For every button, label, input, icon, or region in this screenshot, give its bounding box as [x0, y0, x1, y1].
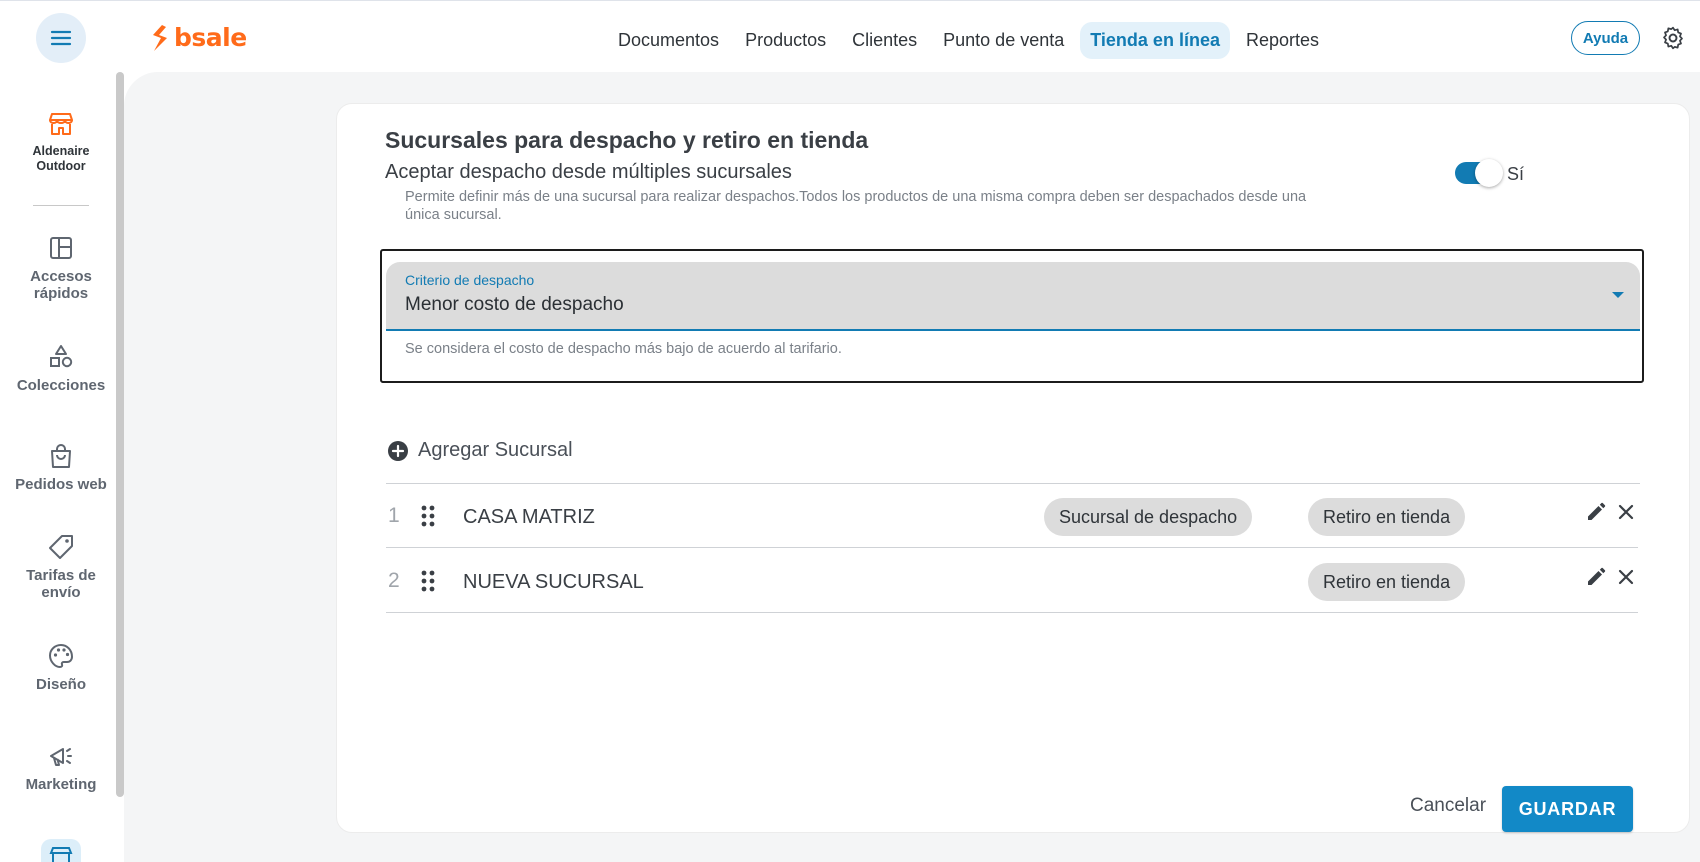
row-number: 2	[388, 569, 400, 592]
palette-icon	[48, 643, 74, 669]
dispatch-branch-chip[interactable]: Sucursal de despacho	[1044, 498, 1253, 536]
nav-reportes[interactable]: Reportes	[1236, 22, 1329, 59]
save-button[interactable]: GUARDAR	[1502, 786, 1633, 832]
megaphone-icon	[50, 748, 72, 766]
multi-branch-description: Permite definir más de una sucursal para…	[405, 189, 1307, 223]
sidebar-item-label: Accesos	[30, 268, 92, 285]
toggle-knob	[1475, 159, 1503, 187]
dropdown-arrow-icon	[1612, 292, 1624, 298]
cancel-button[interactable]: Cancelar	[1400, 787, 1496, 825]
store-selector[interactable]: Aldenaire Outdoor	[0, 110, 122, 174]
store-icon	[49, 113, 73, 135]
sidebar-item-label: Tarifas de	[26, 567, 96, 584]
table-row: 1 CASA MATRIZ Sucursal de despacho Retir…	[386, 484, 1638, 548]
store-icon	[49, 847, 73, 862]
multi-branch-toggle[interactable]	[1455, 159, 1503, 187]
multi-branch-label: Aceptar despacho desde múltiples sucursa…	[385, 161, 792, 183]
branch-name: NUEVA SUCURSAL	[463, 571, 644, 593]
add-branch-button[interactable]: Agregar Sucursal	[387, 439, 573, 462]
sidebar-item-accesos-rapidos[interactable]: Accesos rápidos	[0, 234, 122, 302]
select-value: Menor costo de despacho	[405, 294, 624, 315]
sidebar-item-label: envío	[41, 584, 81, 601]
section-title: Sucursales para despacho y retiro en tie…	[385, 127, 869, 153]
nav-documentos[interactable]: Documentos	[608, 22, 729, 59]
plus-circle-icon	[388, 440, 408, 461]
table-row: 2 NUEVA SUCURSAL Retiro en tienda	[386, 549, 1638, 613]
nav-tienda-en-linea[interactable]: Tienda en línea	[1080, 22, 1230, 59]
shopping-bag-icon	[51, 444, 71, 468]
main-nav: Documentos Productos Clientes Punto de v…	[608, 22, 1335, 59]
sidebar-item-online-store[interactable]	[41, 839, 81, 862]
shapes-icon	[50, 345, 73, 368]
pencil-icon[interactable]	[1584, 500, 1608, 524]
sidebar-item-pedidos-web[interactable]: Pedidos web	[0, 442, 122, 493]
top-bar: bsale Documentos Productos Clientes Punt…	[0, 0, 1700, 72]
drag-handle-icon[interactable]	[420, 569, 436, 593]
gear-icon[interactable]	[1660, 25, 1686, 51]
dashboard-icon	[50, 237, 72, 259]
pencil-icon[interactable]	[1584, 565, 1608, 589]
select-caption: Criterio de despacho	[405, 272, 535, 288]
toggle-label: Sí	[1507, 164, 1525, 184]
sidebar-divider	[33, 205, 89, 206]
sidebar-item-label: Pedidos web	[15, 476, 107, 493]
close-icon[interactable]	[1614, 500, 1638, 524]
store-pickup-chip[interactable]: Retiro en tienda	[1308, 498, 1466, 536]
nav-productos[interactable]: Productos	[735, 22, 836, 59]
brand-name: bsale	[174, 23, 247, 52]
store-name-line2: Outdoor	[36, 159, 86, 173]
sidebar-item-diseno[interactable]: Diseño	[0, 642, 122, 693]
sidebar-item-label: Diseño	[35, 676, 86, 693]
store-name-line1: Aldenaire	[32, 144, 90, 158]
bsale-logo-icon	[153, 24, 167, 51]
sidebar-item-label: Marketing	[25, 776, 97, 793]
nav-clientes[interactable]: Clientes	[842, 22, 927, 59]
dispatch-criteria-select[interactable]: Criterio de despacho Menor costo de desp…	[386, 262, 1640, 331]
help-button[interactable]: Ayuda	[1571, 21, 1640, 55]
drag-handle-icon[interactable]	[420, 504, 436, 528]
sidebar-item-marketing[interactable]: Marketing	[0, 742, 122, 793]
tag-icon	[49, 535, 73, 559]
branch-name: CASA MATRIZ	[463, 506, 595, 528]
hamburger-menu-button[interactable]	[36, 13, 86, 63]
nav-punto-de-venta[interactable]: Punto de venta	[933, 22, 1074, 59]
sidebar-item-label: rápidos	[33, 285, 89, 302]
store-pickup-chip[interactable]: Retiro en tienda	[1308, 563, 1466, 601]
sidebar-item-tarifas-de-envio[interactable]: Tarifas de envío	[0, 533, 122, 601]
bsale-logo[interactable]: bsale	[150, 23, 247, 52]
sidebar-item-label: Colecciones	[16, 377, 106, 394]
sidebar-item-colecciones[interactable]: Colecciones	[0, 343, 122, 394]
row-number: 1	[388, 504, 400, 527]
close-icon[interactable]	[1614, 565, 1638, 589]
add-branch-label: Agregar Sucursal	[418, 439, 573, 461]
menu-icon	[50, 30, 72, 46]
dispatch-criteria-help: Se considera el costo de despacho más ba…	[405, 341, 842, 357]
